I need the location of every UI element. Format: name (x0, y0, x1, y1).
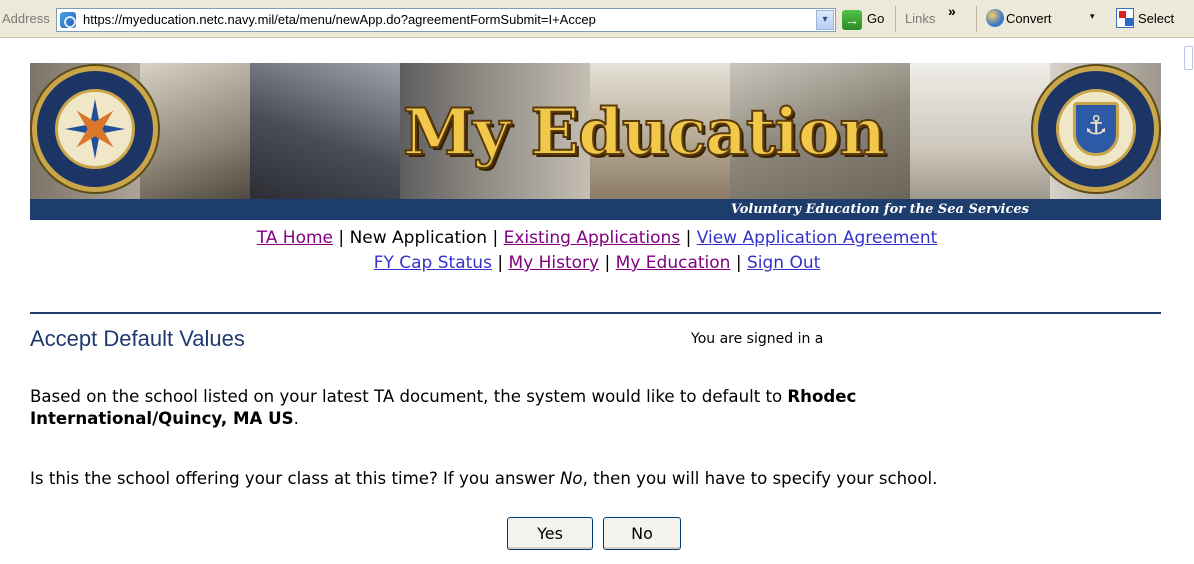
default-school-location: International/Quincy, MA US (30, 409, 294, 428)
address-bar[interactable]: https://myeducation.netc.navy.mil/eta/me… (56, 8, 836, 32)
convert-button[interactable]: Convert (1006, 11, 1052, 26)
nav-ta-home[interactable]: TA Home (257, 228, 333, 248)
banner-title: My Education (402, 94, 887, 171)
select-button[interactable]: Select (1138, 11, 1174, 26)
convert-icon[interactable] (986, 9, 1004, 27)
vertical-scrollbar[interactable] (1182, 38, 1194, 564)
navy-college-program-seal-icon (1033, 66, 1159, 192)
nav-sign-out[interactable]: Sign Out (747, 253, 820, 273)
nav-view-application-agreement[interactable]: View Application Agreement (697, 228, 938, 248)
page-icon (60, 12, 76, 28)
banner-tagline: Voluntary Education for the Sea Services (730, 202, 1029, 217)
nav-separator: | (338, 228, 345, 248)
address-label: Address (2, 11, 50, 26)
links-label[interactable]: Links (905, 11, 935, 26)
nav-separator: | (604, 253, 611, 273)
primary-nav: TA Home | New Application | Existing App… (0, 228, 1194, 248)
nav-fy-cap-status[interactable]: FY Cap Status (374, 253, 492, 273)
banner-photo (250, 63, 400, 201)
nav-separator: | (497, 253, 504, 273)
nav-existing-applications[interactable]: Existing Applications (504, 228, 681, 248)
browser-toolbar: Address https://myeducation.netc.navy.mi… (0, 0, 1194, 38)
nav-separator: | (735, 253, 742, 273)
nav-new-application-current: New Application (349, 228, 488, 248)
page-title: Accept Default Values (30, 326, 245, 351)
voluntary-education-seal-icon (32, 66, 158, 192)
secondary-nav: FY Cap Status | My History | My Educatio… (0, 253, 1194, 273)
toolbar-divider (976, 6, 977, 32)
signed-in-status: You are signed in a (691, 331, 824, 347)
address-url[interactable]: https://myeducation.netc.navy.mil/eta/me… (83, 12, 783, 27)
yes-button[interactable]: Yes (507, 517, 593, 550)
banner-photo (910, 63, 1050, 201)
address-dropdown-icon[interactable]: ▾ (816, 10, 834, 30)
nav-separator: | (492, 228, 499, 248)
go-label: Go (867, 11, 885, 26)
convert-caret-icon[interactable]: ▾ (1090, 11, 1095, 22)
no-button[interactable]: No (603, 517, 681, 550)
section-divider (30, 312, 1161, 314)
confirm-question: Is this the school offering your class a… (30, 469, 938, 488)
nav-my-education[interactable]: My Education (616, 253, 731, 273)
nav-separator: | (685, 228, 692, 248)
no-emphasis: No (560, 469, 583, 488)
default-school-name: Rhodec (787, 387, 857, 406)
go-arrow-icon: → (842, 10, 862, 30)
toolbar-divider (895, 6, 896, 32)
site-banner: Voluntary Education for the Sea Services… (30, 63, 1161, 220)
select-icon[interactable] (1116, 8, 1134, 28)
nav-my-history[interactable]: My History (508, 253, 599, 273)
default-school-message: Based on the school listed on your lates… (30, 387, 857, 406)
links-chevron-icon[interactable]: » (948, 3, 956, 19)
default-school-message-cont: International/Quincy, MA US. (30, 409, 299, 428)
